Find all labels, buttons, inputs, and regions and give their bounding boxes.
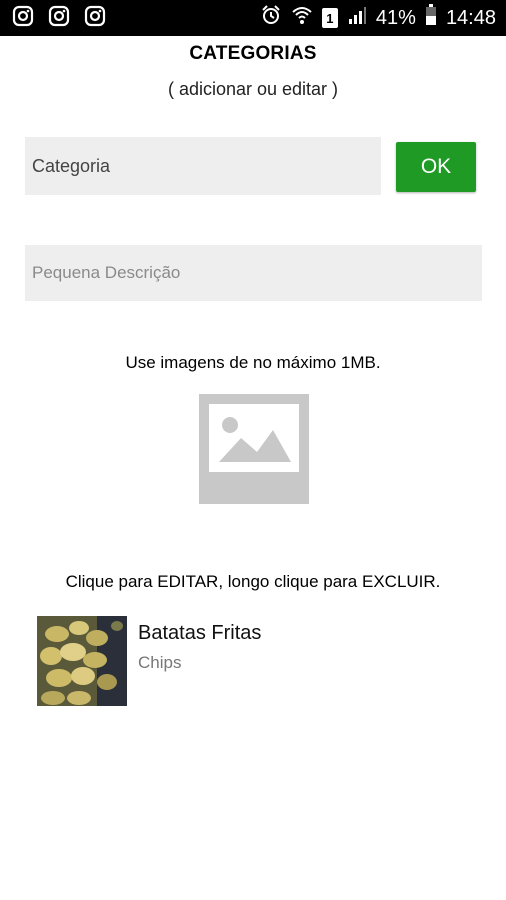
instagram-icon [48, 5, 70, 32]
system-icons: 1 41% 14:48 [260, 4, 496, 32]
notification-icons [12, 5, 106, 32]
instagram-icon [12, 5, 34, 32]
ok-button[interactable]: OK [396, 142, 476, 192]
description-input[interactable] [25, 245, 482, 301]
list-hint: Clique para EDITAR, longo clique para EX… [65, 572, 441, 591]
item-subtitle: Chips [138, 653, 182, 672]
signal-icon [347, 5, 367, 31]
battery-percent: 41% [375, 6, 416, 29]
instagram-icon [84, 5, 106, 32]
battery-icon [425, 4, 437, 32]
clock: 14:48 [445, 6, 496, 29]
sim-icon: 1 [321, 8, 338, 28]
category-input[interactable] [25, 137, 381, 195]
wifi-icon [291, 4, 313, 32]
image-size-hint: Use imagens de no máximo 1MB. [125, 353, 381, 372]
status-bar: 1 41% 14:48 [0, 0, 506, 36]
list-item[interactable]: Batatas Fritas Chips [37, 616, 477, 708]
item-thumbnail [37, 616, 127, 706]
page-subtitle: ( adicionar ou editar ) [167, 79, 339, 99]
item-title: Batatas Fritas [138, 622, 262, 644]
page-title: CATEGORIAS [189, 43, 317, 64]
image-placeholder-icon [199, 394, 309, 504]
image-picker[interactable] [199, 394, 309, 504]
alarm-icon [260, 4, 282, 32]
